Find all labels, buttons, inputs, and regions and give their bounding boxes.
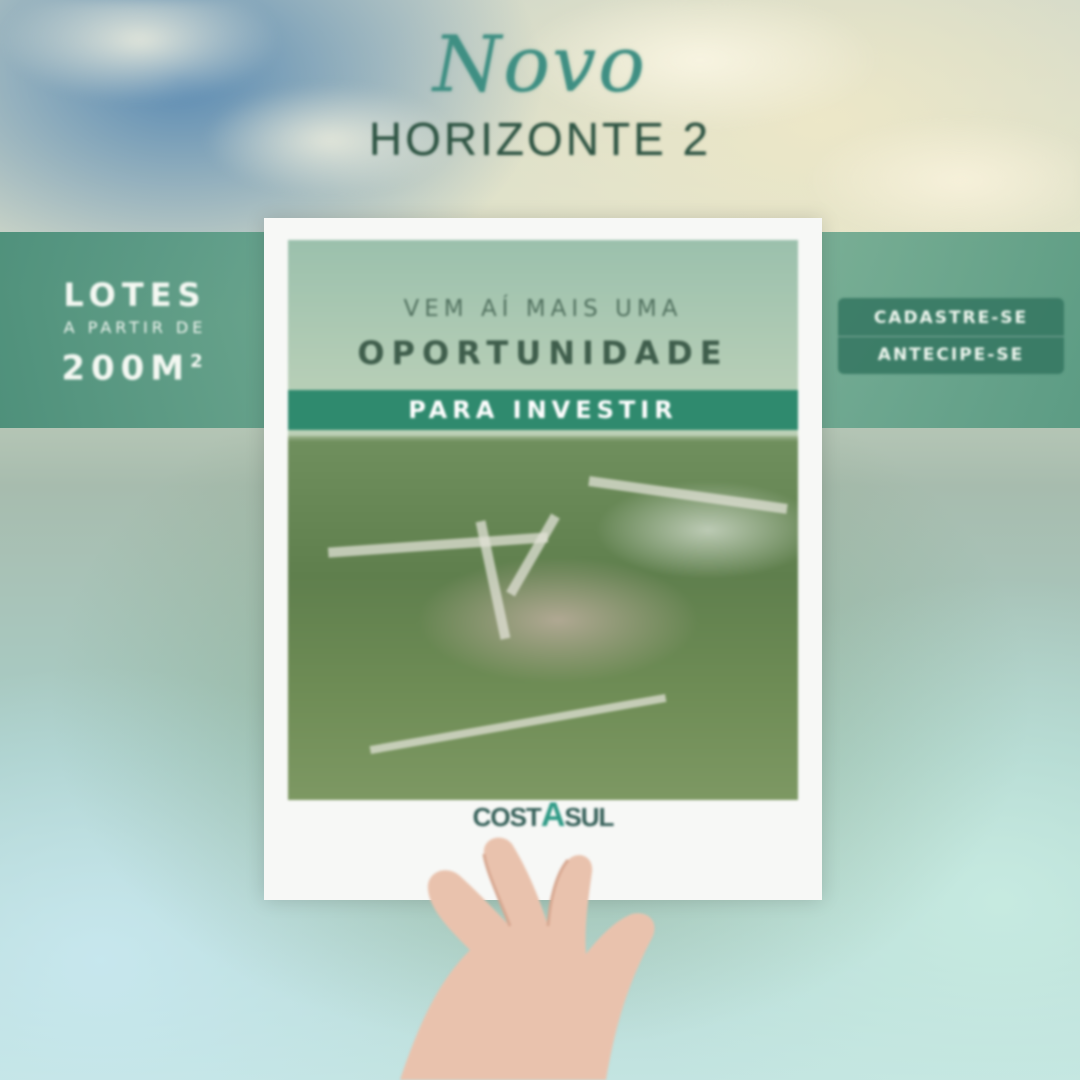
road: [369, 694, 667, 754]
aerial-photo: VEM AÍ MAIS UMA OPORTUNIDADE PARA INVEST…: [288, 240, 798, 800]
brand-text-left: COST: [472, 802, 542, 832]
brand-text-right: SUL: [564, 802, 614, 832]
logo-script-novo: Novo: [432, 20, 648, 110]
headline-ribbon: PARA INVESTIR: [288, 390, 798, 430]
cta-box: CADASTRE-SE ANTECIPE-SE: [838, 298, 1064, 374]
brand-a-mark: A: [540, 796, 566, 834]
lotes-from: A PARTIR DE: [63, 318, 207, 337]
road: [327, 532, 549, 558]
register-button[interactable]: CADASTRE-SE: [838, 300, 1064, 336]
road: [506, 513, 560, 597]
headline-line2: OPORTUNIDADE: [357, 334, 729, 372]
lotes-size-value: 200M: [61, 348, 191, 389]
headline-line1: VEM AÍ MAIS UMA: [403, 296, 683, 322]
logo-subtitle: HORIZONTE 2: [368, 113, 712, 165]
lotes-size-sup: 2: [190, 351, 209, 372]
lotes-title: LOTES: [63, 276, 207, 314]
lotes-size: 200M2: [30, 340, 240, 390]
road: [588, 476, 788, 514]
lotes-info: LOTES A PARTIR DE 200M2: [30, 276, 240, 390]
anticipate-button[interactable]: ANTECIPE-SE: [838, 336, 1064, 373]
headline-panel: VEM AÍ MAIS UMA OPORTUNIDADE PARA INVEST…: [288, 240, 798, 436]
hand-illustration: [400, 837, 655, 1080]
promo-card: VEM AÍ MAIS UMA OPORTUNIDADE PARA INVEST…: [264, 218, 822, 900]
logo: Novo HORIZONTE 2: [0, 22, 1080, 164]
